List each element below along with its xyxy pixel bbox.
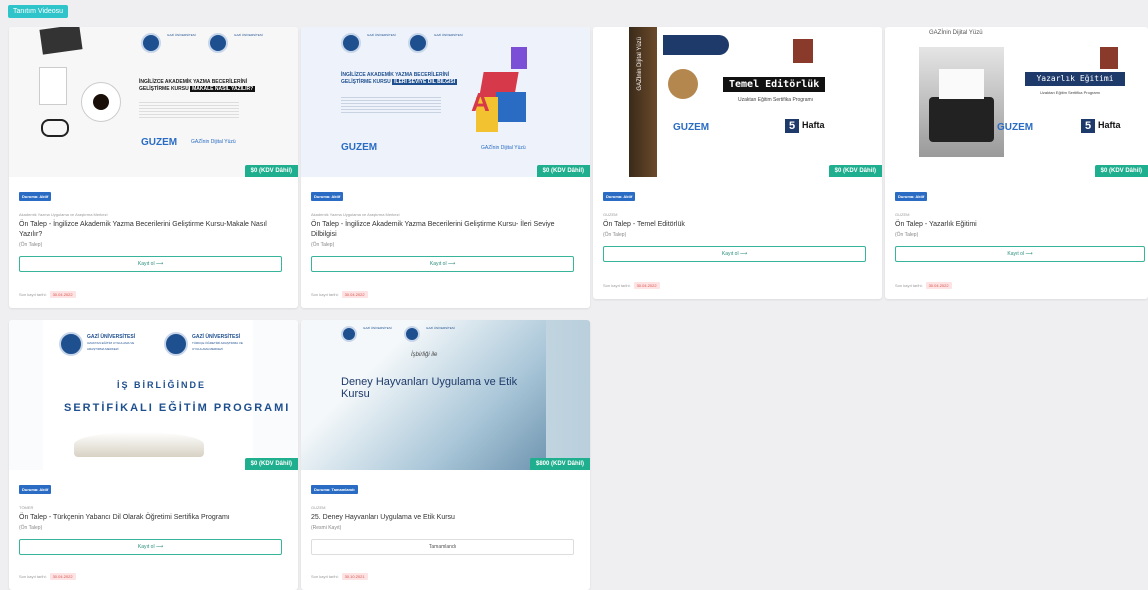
deadline: Son kayıt tarihi: 30.04.2022 bbox=[311, 291, 368, 298]
course-heading: Deney Hayvanları Uygulama ve Etik Kursu bbox=[341, 376, 518, 400]
guzem-logo: GUZEM bbox=[141, 137, 178, 148]
university-logos: GAZİ ÜNİVERSİTESİ GAZİ ÜNİVERSİTESİ bbox=[141, 33, 269, 53]
laptop-image bbox=[39, 27, 83, 55]
course-card: GAZİ ÜNİVERSİTESİ UZAKTAN EĞİTİM UYGULAM… bbox=[9, 320, 298, 590]
logo-banner bbox=[663, 35, 729, 55]
side-slogan: GAZİnin Dijital Yüzü bbox=[637, 37, 643, 91]
coffee-cup-image bbox=[81, 82, 121, 122]
intro-video-button[interactable]: Tanıtım Videosu bbox=[8, 5, 69, 18]
weeks-number: 5 bbox=[1081, 119, 1095, 133]
course-type: (Resmi Kayıt) bbox=[311, 525, 342, 531]
course-thumbnail[interactable]: GAZİ ÜNİVERSİTESİ UZAKTAN EĞİTİM UYGULAM… bbox=[9, 320, 298, 470]
register-button[interactable]: Kayıt ol ⟶ bbox=[603, 246, 866, 262]
register-button[interactable]: Kayıt ol ⟶ bbox=[895, 246, 1145, 262]
course-heading: İNGİLİZCE AKADEMİK YAZMA BECERİLERİNİ GE… bbox=[139, 79, 256, 92]
status-badge: Duruma: Aktif bbox=[19, 192, 52, 201]
course-type: (Ön Talep) bbox=[19, 242, 43, 248]
deadline: Son kayıt tarihi: 30.04.2022 bbox=[19, 291, 76, 298]
status-badge: Duruma: Aktif bbox=[895, 192, 928, 201]
course-title[interactable]: Ön Talep - Temel Editörlük bbox=[603, 220, 872, 230]
price-badge: $0 (KDV Dâhil) bbox=[244, 458, 298, 470]
course-unit: GUZEM bbox=[895, 212, 910, 217]
course-heading: İNGİLİZCE AKADEMİK YAZMA BECERİLERİNİ GE… bbox=[341, 72, 458, 85]
register-button[interactable]: Kayıt ol ⟶ bbox=[19, 256, 282, 272]
course-type: (Ön Talep) bbox=[603, 232, 627, 238]
completed-button[interactable]: Tamamlandı bbox=[311, 539, 574, 555]
guzem-logo: GUZEM bbox=[673, 122, 710, 133]
course-thumbnail[interactable]: GAZİ ÜNİVERSİTESİ GAZİ ÜNİVERSİTESİ İşbi… bbox=[301, 320, 590, 470]
price-badge: $800 (KDV Dâhil) bbox=[529, 458, 590, 470]
bookshelf-image bbox=[629, 27, 657, 177]
university-name: GAZİ ÜNİVERSİTESİ TÜRKÇE ÖĞRETİMİ ARAŞTI… bbox=[192, 334, 243, 351]
course-thumbnail[interactable]: GAZİnin Dijital Yüzü Yazarlık Eğitimi Uz… bbox=[885, 27, 1148, 177]
description-text bbox=[341, 97, 441, 115]
course-card: GAZİ ÜNİVERSİTESİ GAZİ ÜNİVERSİTESİ İNGİ… bbox=[301, 27, 590, 308]
price-badge: $0 (KDV Dâhil) bbox=[828, 165, 882, 177]
typewriter-image bbox=[919, 47, 1004, 157]
deadline: Son kayıt tarihi: 30.04.2022 bbox=[603, 282, 660, 289]
course-card: GAZİnin Dijital Yüzü Temel Editörlük Uza… bbox=[593, 27, 882, 299]
glasses-image bbox=[41, 119, 69, 137]
phone-image bbox=[39, 67, 67, 105]
course-thumbnail[interactable]: GAZİ ÜNİVERSİTESİ GAZİ ÜNİVERSİTESİ İNGİ… bbox=[301, 27, 590, 177]
course-title[interactable]: 25. Deney Hayvanları Uygulama ve Etik Ku… bbox=[311, 513, 580, 523]
status-badge: Duruma: Tamamlandı bbox=[311, 485, 358, 494]
price-badge: $0 (KDV Dâhil) bbox=[536, 165, 590, 177]
course-heading: Yazarlık Eğitimi bbox=[1025, 72, 1125, 86]
price-badge: $0 (KDV Dâhil) bbox=[1094, 165, 1148, 177]
course-title[interactable]: Ön Talep - İngilizce Akademik Yazma Bece… bbox=[311, 220, 580, 240]
guzem-logo: GUZEM bbox=[341, 142, 378, 153]
course-title[interactable]: Ön Talep - Yazarlık Eğitimi bbox=[895, 220, 1138, 230]
price-badge: $0 (KDV Dâhil) bbox=[244, 165, 298, 177]
deadline: Son kayıt tarihi: 30.04.2022 bbox=[19, 573, 76, 580]
cooperation-text: İşbirliği ile bbox=[411, 352, 438, 358]
program-text: SERTİFİKALI EĞİTİM PROGRAMI bbox=[64, 402, 291, 414]
cooperation-text: İŞ BİRLİĞİNDE bbox=[117, 380, 207, 390]
slogan: GAZİnin Dijital Yüzü bbox=[191, 139, 236, 145]
seal-icon bbox=[59, 332, 83, 356]
course-unit: Akademik Yazma Uygulama ve Araştırma Mer… bbox=[19, 212, 108, 217]
course-unit: Akademik Yazma Uygulama ve Araştırma Mer… bbox=[311, 212, 400, 217]
course-type: (Ön Talep) bbox=[19, 525, 43, 531]
course-card: GAZİnin Dijital Yüzü Yazarlık Eğitimi Uz… bbox=[885, 27, 1148, 299]
university-name: GAZİ ÜNİVERSİTESİ UZAKTAN EĞİTİM UYGULAM… bbox=[87, 334, 136, 351]
status-badge: Duruma: Aktif bbox=[603, 192, 636, 201]
instructor-photo bbox=[1100, 47, 1118, 69]
top-slogan: GAZİnin Dijital Yüzü bbox=[929, 30, 983, 36]
course-title[interactable]: Ön Talep - Türkçenin Yabancı Dil Olarak … bbox=[19, 513, 288, 523]
slogan: GAZİnin Dijital Yüzü bbox=[481, 145, 526, 151]
weeks-label: Hafta bbox=[1098, 120, 1121, 130]
course-title[interactable]: Ön Talep - İngilizce Akademik Yazma Bece… bbox=[19, 220, 288, 240]
illustration: A bbox=[471, 42, 541, 137]
guzem-logo: GUZEM bbox=[997, 122, 1034, 133]
university-logos: GAZİ ÜNİVERSİTESİ GAZİ ÜNİVERSİTESİ bbox=[341, 33, 469, 53]
course-unit: GUZEM bbox=[311, 505, 326, 510]
course-subheading: Uzaktan Eğitim Sertifika Programı bbox=[738, 97, 814, 103]
instructor-photo bbox=[793, 39, 813, 63]
register-button[interactable]: Kayıt ol ⟶ bbox=[311, 256, 574, 272]
course-heading: Temel Editörlük bbox=[723, 77, 826, 92]
course-unit: TÖMER bbox=[19, 505, 34, 510]
description-text bbox=[139, 102, 239, 120]
weeks-number: 5 bbox=[785, 119, 799, 133]
university-logos: GAZİ ÜNİVERSİTESİ GAZİ ÜNİVERSİTESİ bbox=[341, 326, 461, 342]
open-book-image bbox=[74, 432, 204, 457]
course-type: (Ön Talep) bbox=[895, 232, 919, 238]
deadline: Son kayıt tarihi: 30.10.2021 bbox=[311, 573, 368, 580]
course-card: GAZİ ÜNİVERSİTESİ GAZİ ÜNİVERSİTESİ İşbi… bbox=[301, 320, 590, 590]
status-badge: Duruma: Aktif bbox=[311, 192, 344, 201]
status-badge: Duruma: Aktif bbox=[19, 485, 52, 494]
course-subheading: Uzaktan Eğitim Sertifika Programı bbox=[1040, 90, 1101, 95]
deadline: Son kayıt tarihi: 30.04.2022 bbox=[895, 282, 952, 289]
course-thumbnail[interactable]: GAZİ ÜNİVERSİTESİ GAZİ ÜNİVERSİTESİ İNGİ… bbox=[9, 27, 298, 177]
register-button[interactable]: Kayıt ol ⟶ bbox=[19, 539, 282, 555]
course-thumbnail[interactable]: GAZİnin Dijital Yüzü Temel Editörlük Uza… bbox=[593, 27, 882, 177]
seal-icon bbox=[164, 332, 188, 356]
course-type: (Ön Talep) bbox=[311, 242, 335, 248]
weeks-label: Hafta bbox=[802, 120, 825, 130]
course-unit: GUZEM bbox=[603, 212, 618, 217]
seal-image bbox=[668, 69, 698, 99]
course-card: GAZİ ÜNİVERSİTESİ GAZİ ÜNİVERSİTESİ İNGİ… bbox=[9, 27, 298, 308]
